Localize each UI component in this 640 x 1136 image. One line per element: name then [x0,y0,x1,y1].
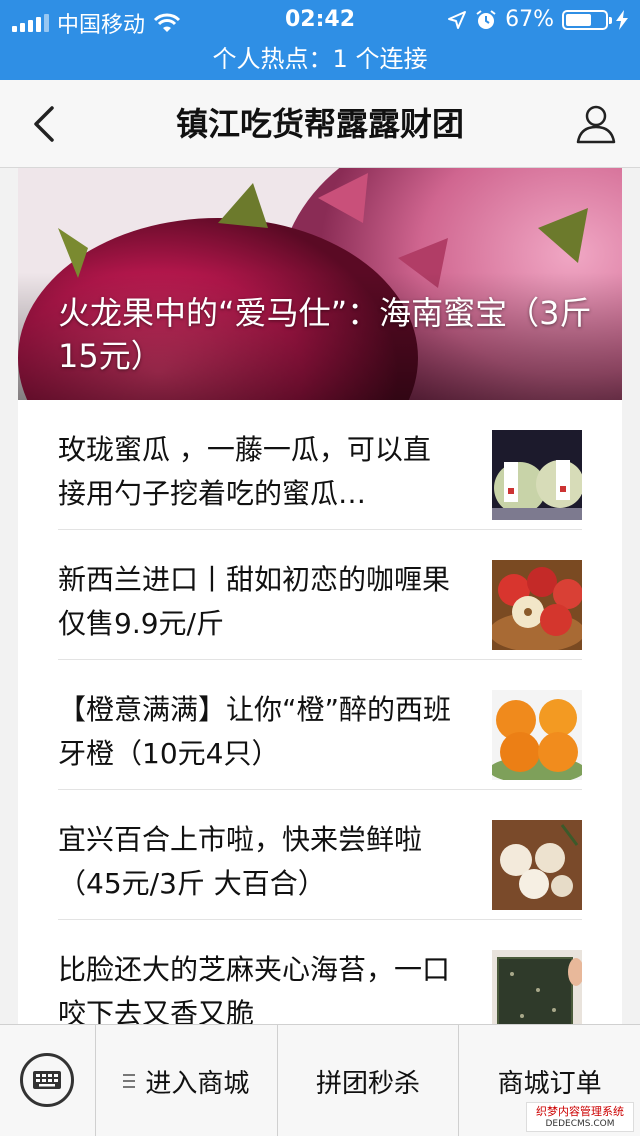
list-item-title: 【橙意满满】让你“橙”醉的西班牙橙（10元4只） [58,693,452,770]
status-bar: 中国移动 02:42 67% [0,0,640,40]
apple-photo [492,560,582,650]
battery-level [566,13,592,26]
melon-photo [492,430,582,520]
list-item-title: 比脸还大的芝麻夹心海苔，一口咬下去又香又脆 [58,953,451,1024]
list-item[interactable]: 玫珑蜜瓜 ，一藤一瓜，可以直接用勺子挖着吃的蜜瓜… [58,400,582,530]
list-item[interactable]: 宜兴百合上市啦，快来尝鲜啦（45元/3斤 大百合） [58,790,582,920]
charging-bolt-icon [616,9,628,30]
article-list: 火龙果中的“爱马仕”：海南蜜宝（3斤15元） 玫珑蜜瓜 ，一藤一瓜，可以直接用勺… [18,168,622,1024]
featured-article[interactable]: 火龙果中的“爱马仕”：海南蜜宝（3斤15元） [18,168,622,400]
page-title: 镇江吃货帮露露财团 [175,105,464,143]
list-item-title: 新西兰进口丨甜如初恋的咖喱果仅售9.9元/斤 [58,563,451,640]
watermark: 织梦内容管理系统 DEDECMS.COM [526,1102,634,1132]
hotspot-banner[interactable]: 个人热点：1 个连接 [0,40,640,80]
battery-icon [562,9,612,30]
tab-enter-mall[interactable]: 进入商城 [96,1025,278,1136]
list-item-title: 宜兴百合上市啦，快来尝鲜啦（45元/3斤 大百合） [58,823,423,900]
tab-label: 进入商城 [145,1068,250,1099]
watermark-line1: 织梦内容管理系统 [536,1105,624,1118]
list-item[interactable]: 新西兰进口丨甜如初恋的咖喱果仅售9.9元/斤 [58,530,582,660]
nav-bar: 镇江吃货帮露露财团 [0,80,640,168]
featured-title: 火龙果中的“爱马仕”：海南蜜宝（3斤15元） [58,294,592,375]
tab-group-flash-sale[interactable]: 拼团秒杀 [278,1025,460,1136]
status-right: 67% [447,7,628,32]
keyboard-icon [20,1053,74,1107]
seaweed-photo [492,950,582,1024]
tab-label: 商城订单 [497,1068,602,1099]
orange-photo [492,690,582,780]
tab-label: 拼团秒杀 [316,1068,421,1099]
submenu-icon [123,1074,136,1088]
list-item-title: 玫珑蜜瓜 ，一藤一瓜，可以直接用勺子挖着吃的蜜瓜… [58,433,431,510]
profile-icon[interactable] [574,102,618,146]
list-item[interactable]: 【橙意满满】让你“橙”醉的西班牙橙（10元4只） [58,660,582,790]
alarm-icon [476,9,496,29]
list-item[interactable]: 比脸还大的芝麻夹心海苔，一口咬下去又香又脆 [58,920,582,1024]
lily-bulb-photo [492,820,582,910]
keyboard-toggle-button[interactable] [0,1025,96,1136]
watermark-line2: DEDECMS.COM [545,1119,615,1129]
battery-percent: 67% [505,7,554,32]
location-arrow-icon [448,10,467,29]
